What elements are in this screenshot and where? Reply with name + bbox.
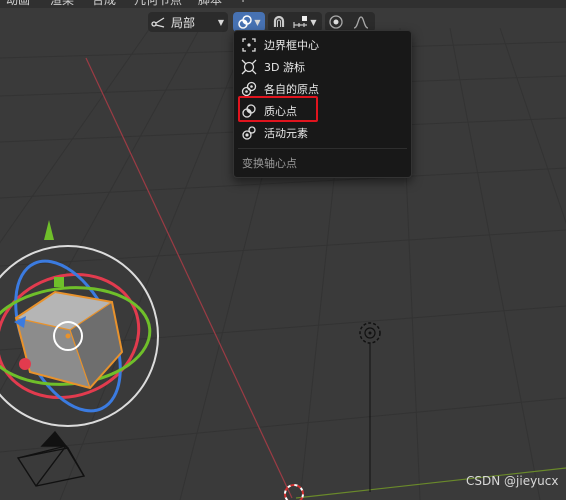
menu-title: 变换轴心点 bbox=[242, 157, 297, 170]
proportional-edit-icon bbox=[328, 14, 344, 30]
tab-scripting[interactable]: 脚本 bbox=[198, 0, 222, 8]
falloff-dropdown[interactable] bbox=[347, 12, 375, 32]
annotation-highlight-box bbox=[238, 96, 318, 122]
3d-cursor-icon bbox=[240, 58, 258, 76]
transform-orientation-dropdown[interactable]: 局部 ▼ bbox=[148, 12, 228, 32]
pivot-point-dropdown[interactable]: ▼ bbox=[233, 12, 265, 32]
proportional-edit-toggle[interactable] bbox=[325, 12, 347, 32]
chevron-down-icon: ▼ bbox=[217, 17, 224, 27]
watermark: CSDN @jieyucx bbox=[466, 474, 559, 488]
snapping-group: ▼ bbox=[268, 12, 322, 32]
tab-compositing[interactable]: 合成 bbox=[92, 0, 116, 8]
tab-animation[interactable]: 动画 bbox=[6, 0, 30, 8]
menu-divider bbox=[238, 148, 407, 149]
add-workspace-button[interactable]: + bbox=[238, 0, 248, 5]
chevron-down-icon: ▼ bbox=[254, 17, 261, 27]
menu-item-active-element[interactable]: 活动元素 bbox=[240, 123, 405, 143]
proportional-editing-group bbox=[325, 12, 375, 32]
snap-target-dropdown[interactable]: ▼ bbox=[290, 12, 320, 32]
chevron-down-icon: ▼ bbox=[310, 17, 317, 27]
active-element-icon bbox=[240, 124, 258, 142]
menu-item-3d-cursor[interactable]: 3D 游标 bbox=[240, 57, 405, 77]
snap-toggle[interactable] bbox=[268, 12, 290, 32]
pivot-point-button[interactable]: ▼ bbox=[233, 12, 265, 32]
pivot-median-icon bbox=[237, 14, 253, 30]
falloff-curve-icon bbox=[353, 15, 369, 29]
snap-icon bbox=[271, 14, 287, 30]
bounding-box-center-icon bbox=[240, 36, 258, 54]
tab-rendering[interactable]: 渲染 bbox=[50, 0, 74, 8]
workspace-tabs: 动画 渲染 合成 几何节点 脚本 + bbox=[0, 0, 566, 8]
tab-geometry-nodes[interactable]: 几何节点 bbox=[134, 0, 182, 8]
transform-orientation-label: 局部 bbox=[171, 15, 196, 30]
snap-increment-icon bbox=[293, 15, 309, 29]
menu-item-bounding-box-center[interactable]: 边界框中心 bbox=[240, 35, 405, 55]
transform-orientation-icon bbox=[151, 15, 167, 29]
